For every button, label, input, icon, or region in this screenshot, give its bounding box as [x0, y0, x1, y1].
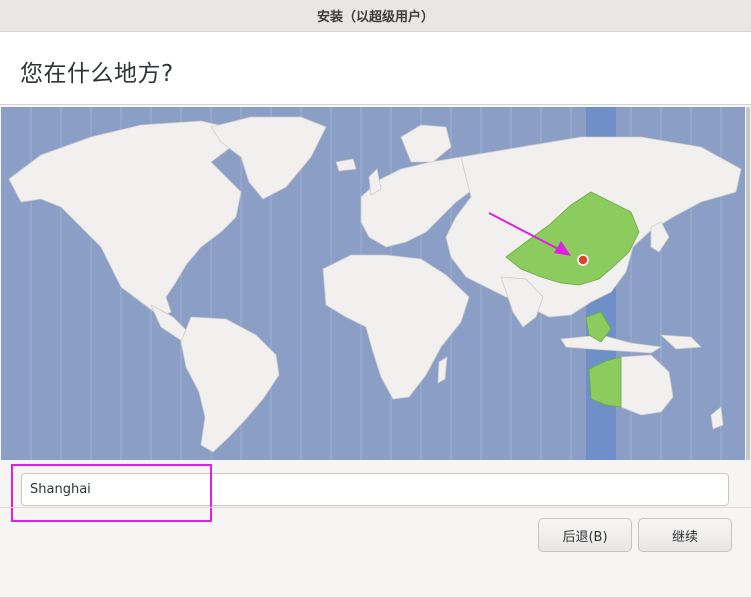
page-header: 您在什么地方?	[0, 32, 751, 105]
vertical-scrollbar[interactable]	[746, 107, 751, 507]
scrollbar-thumb[interactable]	[746, 107, 750, 503]
location-marker	[577, 254, 589, 266]
timezone-map[interactable]	[1, 107, 745, 460]
separator	[0, 507, 751, 508]
window-titlebar: 安装（以超级用户）	[0, 0, 751, 32]
timezone-input[interactable]	[21, 473, 729, 506]
page-title: 您在什么地方?	[20, 61, 174, 87]
continue-button[interactable]: 继续	[638, 518, 732, 552]
window-title: 安装（以超级用户）	[316, 10, 434, 25]
back-button[interactable]: 后退(B)	[538, 518, 632, 552]
world-map[interactable]	[1, 107, 745, 460]
